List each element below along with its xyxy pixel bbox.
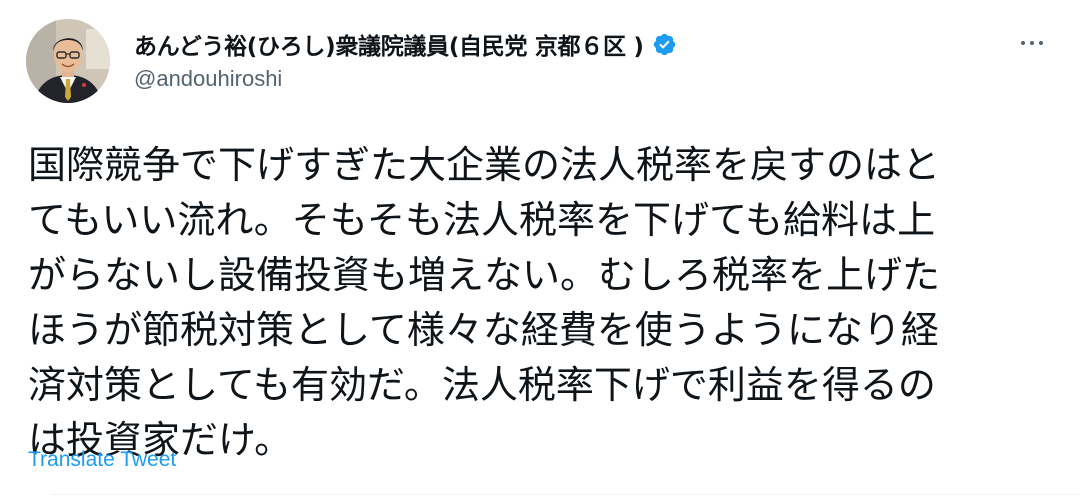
tweet-text-line: 済対策としても有効だ。法人税率下げで利益を得るの	[28, 363, 936, 407]
user-avatar[interactable]	[26, 19, 110, 103]
more-options-button[interactable]	[1012, 28, 1052, 58]
author-name-row[interactable]: あんどう裕(ひろし)衆議院議員(自民党 京都６区 )	[134, 27, 677, 61]
author-handle[interactable]: @andouhiroshi	[134, 66, 282, 92]
more-icon-dot	[1030, 41, 1034, 45]
tweet-card: あんどう裕(ひろし)衆議院議員(自民党 京都６区 ) @andouhiroshi…	[0, 0, 1080, 497]
tweet-text-line: がらないし設備投資も増えない。むしろ税率を上げた	[28, 253, 941, 297]
tweet-text-line: ほうが節税対策として様々な経費を使うようになり経	[28, 308, 939, 352]
tweet-text-line: 国際競争で下げすぎた大企業の法人税率を戻すのはと	[28, 143, 941, 187]
more-icon	[1021, 41, 1025, 45]
author-display-name[interactable]: あんどう裕(ひろし)衆議院議員(自民党 京都６区 )	[134, 27, 644, 61]
more-icon-dot	[1039, 41, 1043, 45]
tweet-text-line: は投資家だけ。	[28, 418, 293, 462]
avatar-image	[26, 19, 110, 103]
divider	[50, 494, 1080, 495]
verified-badge-icon	[652, 32, 677, 57]
translate-tweet-link[interactable]: Translate Tweet	[28, 448, 176, 472]
tweet-text-line: てもいい流れ。そもそも法人税率を下げても給料は上	[28, 198, 936, 242]
tweet-text: 国際競争で下げすぎた大企業の法人税率を戻すのはと てもいい流れ。そもそも法人税率…	[28, 138, 1038, 468]
